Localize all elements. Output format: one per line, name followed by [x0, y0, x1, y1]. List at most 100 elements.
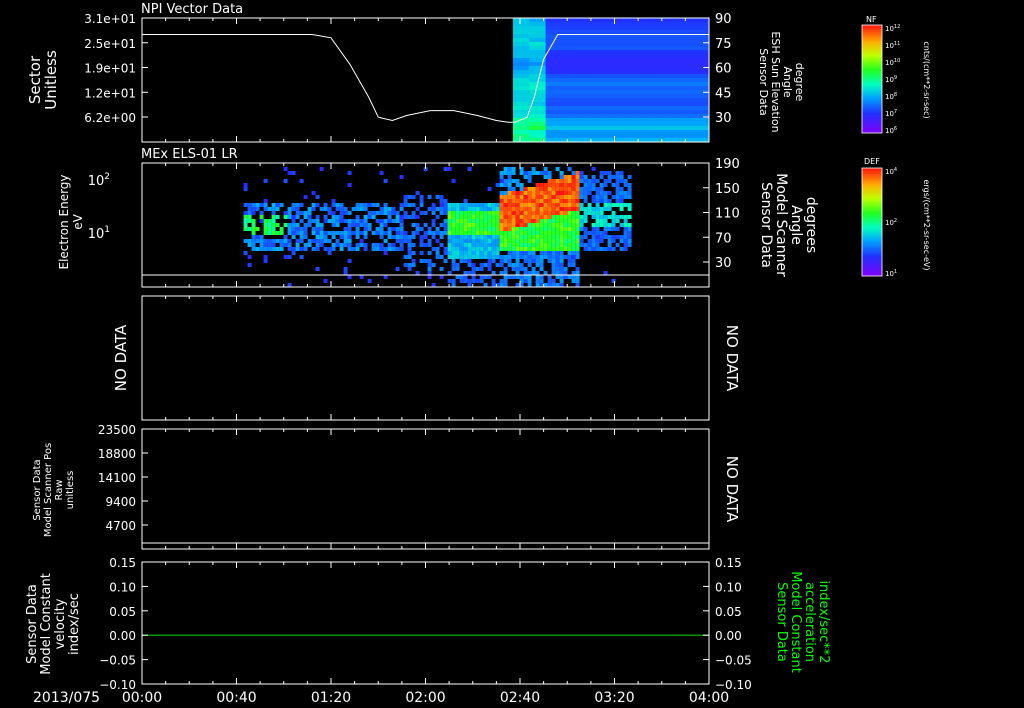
heat-cell — [267, 207, 272, 211]
heat-cell — [335, 239, 340, 243]
heat-cell — [603, 227, 608, 231]
heat-cell — [595, 219, 600, 223]
heat-cell — [627, 90, 645, 95]
heat-cell — [247, 203, 252, 207]
heat-cell — [459, 279, 464, 283]
panel-els-title: MEx ELS-01 LR — [141, 147, 238, 162]
heat-cell — [503, 243, 508, 247]
heat-cell — [319, 223, 324, 227]
heat-cell — [263, 219, 268, 223]
heat-cell — [475, 215, 480, 219]
heat-cell — [359, 239, 364, 243]
heat-cell — [363, 243, 368, 247]
heat-cell — [659, 126, 677, 131]
heat-cell — [561, 70, 579, 75]
heat-cell — [539, 275, 544, 279]
heat-cell — [619, 203, 624, 207]
heat-cell — [327, 239, 332, 243]
heat-cell — [279, 203, 284, 207]
heat-cell — [643, 18, 661, 23]
heat-cell — [315, 223, 320, 227]
ytick-label: 2.5e+01 — [84, 37, 136, 51]
heat-cell — [475, 239, 480, 243]
heat-cell — [323, 279, 328, 283]
heat-cell — [495, 231, 500, 235]
panel-constant-rlabel-3: acceleration — [802, 582, 817, 662]
heat-cell — [543, 283, 548, 287]
heat-cell — [659, 102, 677, 107]
heat-cell — [599, 219, 604, 223]
heat-cell — [643, 94, 661, 99]
heat-cell — [591, 195, 596, 199]
heat-cell — [479, 275, 484, 279]
heat-cell — [487, 243, 492, 247]
heat-cell — [627, 130, 645, 135]
heat-cell — [499, 179, 504, 183]
heat-cell — [563, 223, 568, 227]
heat-cell — [331, 247, 336, 251]
heat-cell — [594, 110, 612, 115]
heat-cell — [431, 211, 436, 215]
heat-cell — [559, 215, 564, 219]
heat-cell — [379, 219, 384, 223]
heat-cell — [563, 255, 568, 259]
heat-cell — [479, 231, 484, 235]
heat-cell — [531, 199, 536, 203]
heat-cell — [315, 227, 320, 231]
heat-cell — [415, 271, 420, 275]
heat-cell — [263, 231, 268, 235]
heat-cell — [676, 118, 694, 123]
heat-cell — [512, 102, 530, 107]
heat-cell — [271, 223, 276, 227]
heat-cell — [563, 219, 568, 223]
heat-cell — [443, 207, 448, 211]
heat-cell — [591, 179, 596, 183]
heat-cell — [659, 90, 677, 95]
heat-cell — [555, 259, 560, 263]
heat-cell — [355, 247, 360, 251]
heat-cell — [487, 203, 492, 207]
heat-cell — [599, 247, 604, 251]
heat-cell — [571, 195, 576, 199]
heat-cell — [503, 227, 508, 231]
heat-cell — [591, 199, 596, 203]
heat-cell — [559, 191, 564, 195]
heat-cell — [375, 203, 380, 207]
heat-cell — [459, 255, 464, 259]
heat-cell — [591, 243, 596, 247]
heat-cell — [643, 62, 661, 67]
heat-cell — [578, 94, 596, 99]
heat-cell — [271, 243, 276, 247]
panel-npi-rlabel-1: Sensor Data — [757, 48, 770, 115]
heat-cell — [547, 235, 552, 239]
heat-cell — [247, 219, 252, 223]
heat-cell — [512, 66, 530, 71]
ytick-label: 0.05 — [715, 605, 742, 619]
heat-cell — [575, 227, 580, 231]
heat-cell — [583, 243, 588, 247]
heat-cell — [611, 227, 616, 231]
heat-cell — [419, 199, 424, 203]
heat-cell — [643, 98, 661, 103]
nf-colorbar-gradient — [861, 24, 883, 134]
heat-cell — [531, 191, 536, 195]
heat-cell — [543, 231, 548, 235]
heat-cell — [659, 86, 677, 91]
heat-cell — [455, 247, 460, 251]
heat-cell — [403, 195, 408, 199]
heat-cell — [455, 203, 460, 207]
heat-cell — [676, 94, 694, 99]
heat-cell — [487, 219, 492, 223]
heat-cell — [287, 207, 292, 211]
heat-cell — [419, 227, 424, 231]
heat-cell — [287, 227, 292, 231]
heat-cell — [475, 267, 480, 271]
heat-cell — [523, 171, 528, 175]
heat-cell — [407, 239, 412, 243]
heat-cell — [439, 231, 444, 235]
heat-cell — [495, 183, 500, 187]
heat-cell — [247, 243, 252, 247]
heat-cell — [627, 195, 632, 199]
heat-cell — [299, 227, 304, 231]
heat-cell — [559, 211, 564, 215]
